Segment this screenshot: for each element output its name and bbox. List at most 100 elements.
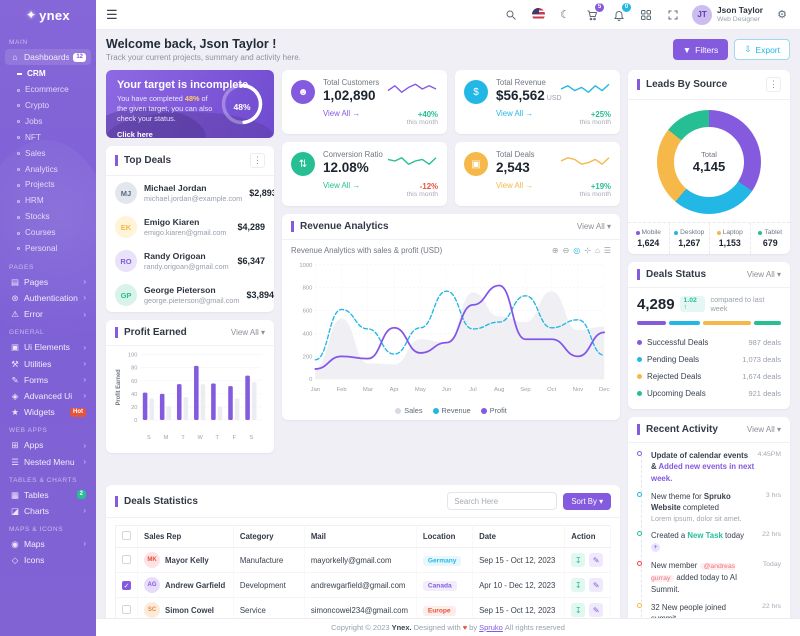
recent-activity-view-all[interactable]: View All ▾ (747, 425, 781, 434)
fullscreen-icon[interactable] (665, 7, 681, 23)
svg-text:400: 400 (303, 331, 313, 337)
stat-view-all-link[interactable]: View All → (323, 109, 360, 118)
sidebar-subitem-crm[interactable]: CRM (5, 66, 91, 82)
sidebar-item-pages[interactable]: ▤ Pages › (5, 274, 91, 290)
chevron-right-icon: › (83, 375, 86, 385)
menu-icon[interactable]: ☰ (604, 246, 611, 255)
sort-by-button[interactable]: Sort By ▾ (563, 492, 611, 510)
user-profile-chip[interactable]: JT Json Taylor Web Designer (692, 4, 763, 25)
sidebar-item-widgets[interactable]: ★ Widgets Hot (5, 404, 91, 420)
sidebar-item-tables[interactable]: ▦ Tables 2 (5, 487, 91, 503)
download-action-icon[interactable]: ↧ (571, 578, 586, 593)
row-checkbox[interactable] (122, 554, 131, 564)
sidebar-subitem-nft[interactable]: NFT (5, 130, 91, 146)
sidebar-subitem-personal[interactable]: Personal (5, 241, 91, 257)
recent-activity-title: Recent Activity (637, 424, 718, 435)
sidebar-badge: Hot (70, 407, 86, 417)
sidebar-item-apps[interactable]: ⊞ Apps › (5, 437, 91, 453)
reset-home-icon[interactable]: ⌂ (595, 246, 600, 255)
delta-value: +19% (590, 182, 611, 191)
sidebar-section-label: WEB APPS (9, 427, 48, 435)
svg-text:Feb: Feb (337, 387, 348, 393)
footer-vendor-link[interactable]: Spruko (479, 623, 503, 632)
target-click-here-link[interactable]: Click here (117, 130, 153, 138)
status-value: 1,674 deals (742, 372, 781, 381)
sidebar-subitem-ecommerce[interactable]: Ecommerce (5, 82, 91, 98)
cart-icon[interactable]: 5 (584, 2, 605, 23)
avatar: AG (144, 577, 160, 594)
leads-options-icon[interactable]: ⋮ (766, 77, 781, 92)
search-icon[interactable] (503, 7, 519, 23)
pages-icon: ▤ (10, 276, 20, 287)
sidebar-item-dashboards[interactable]: ⌂ Dashboards 12 (5, 49, 91, 66)
settings-gear-icon[interactable]: ⚙ (774, 7, 790, 23)
legend-item: Sales (395, 406, 423, 415)
column-header[interactable]: Action (564, 525, 611, 549)
column-header[interactable]: Location (416, 525, 474, 549)
sidebar-subitem-analytics[interactable]: Analytics (5, 162, 91, 178)
delta-value: +25% (590, 110, 611, 119)
column-header[interactable]: Category (233, 525, 305, 549)
sidebar-item-ui-elements[interactable]: ▣ Ui Elements › (5, 339, 91, 355)
sidebar-subitem-stocks[interactable]: Stocks (5, 209, 91, 225)
sidebar-subitem-projects[interactable]: Projects (5, 177, 91, 193)
column-header[interactable]: Sales Rep (137, 525, 234, 549)
chevron-right-icon: › (83, 358, 86, 368)
row-checkbox[interactable]: ✓ (122, 580, 131, 590)
profit-view-all[interactable]: View All ▾ (231, 328, 265, 337)
select-all-checkbox[interactable] (122, 531, 131, 541)
sidebar-item-forms[interactable]: ✎ Forms › (5, 372, 91, 388)
filters-button[interactable]: ▼ Filters (672, 39, 729, 60)
column-header[interactable]: Mail (304, 525, 417, 549)
sidebar-item-maps[interactable]: ◉ Maps › (5, 536, 91, 552)
apps-grid-icon[interactable] (638, 7, 654, 23)
sidebar-item-charts[interactable]: ◪ Charts › (5, 503, 91, 519)
sidebar-subitem-courses[interactable]: Courses (5, 225, 91, 241)
legend-value: 679 (762, 238, 778, 248)
delta-note: this month (579, 119, 611, 126)
sidebar-item-advanced-ui[interactable]: ◈ Advanced Ui › (5, 388, 91, 404)
deals-table: Sales Rep Category Mail Location Date Action … (115, 525, 611, 618)
selection-zoom-icon[interactable]: ◎ (573, 246, 580, 255)
row-actions: ↧ ✎ (571, 553, 604, 568)
stat-view-all-link[interactable]: View All → (323, 181, 360, 190)
dark-mode-moon-icon[interactable]: ☾ (557, 7, 573, 23)
language-flag-icon[interactable] (530, 7, 546, 23)
notifications-bell-icon[interactable]: 0 (611, 2, 632, 23)
column-header[interactable]: Date (472, 525, 566, 549)
deal-name: Michael Jordan (144, 183, 207, 194)
deals-status-view-all[interactable]: View All ▾ (747, 270, 781, 279)
table-search-input[interactable] (447, 492, 558, 511)
sidebar-item-utilities[interactable]: ⚒ Utilities › (5, 356, 91, 372)
sidebar-subitem-crypto[interactable]: Crypto (5, 98, 91, 114)
edit-action-icon[interactable]: ✎ (589, 578, 604, 593)
zoom-out-icon[interactable]: ⊖ (563, 246, 570, 255)
sidebar-item-nested-menu[interactable]: ☰ Nested Menu › (5, 454, 91, 470)
stat-view-all-link[interactable]: View All → (496, 181, 533, 190)
download-action-icon[interactable]: ↧ (571, 603, 586, 618)
hamburger-menu-icon[interactable]: ☰ (106, 7, 118, 23)
edit-action-icon[interactable]: ✎ (589, 553, 604, 568)
export-button[interactable]: ⇩ Export (734, 39, 790, 60)
pan-icon[interactable]: ⊹ (584, 246, 591, 255)
revenue-view-all[interactable]: View All ▾ (577, 222, 611, 231)
sidebar-item-error[interactable]: ⚠ Error › (5, 306, 91, 322)
download-action-icon[interactable]: ↧ (571, 553, 586, 568)
zoom-in-icon[interactable]: ⊕ (552, 246, 559, 255)
legend-label: Revenue (441, 406, 471, 415)
sidebar-subitem-jobs[interactable]: Jobs (5, 114, 91, 130)
sidebar-subitem-hrm[interactable]: HRM (5, 193, 91, 209)
mail-cell: simoncowel234@gmail.com (304, 597, 417, 618)
sidebar-item-authentication[interactable]: ⊛ Authentication › (5, 290, 91, 306)
activity-dot (637, 561, 642, 567)
top-deals-options-icon[interactable]: ⋮ (250, 153, 265, 168)
sidebar-subitem-label: Jobs (25, 116, 43, 126)
row-checkbox[interactable] (122, 604, 131, 614)
stat-view-all-link[interactable]: View All → (496, 109, 533, 118)
sidebar-item-icons[interactable]: ◇ Icons (5, 552, 91, 568)
edit-action-icon[interactable]: ✎ (589, 603, 604, 618)
sidebar-subitem-sales[interactable]: Sales (5, 146, 91, 162)
top-deals-card: Top Deals ⋮ MJ Michael Jordan michael.jord… (106, 146, 274, 312)
app-logo[interactable]: ✦ ynex (0, 0, 96, 30)
status-dot (637, 374, 642, 379)
